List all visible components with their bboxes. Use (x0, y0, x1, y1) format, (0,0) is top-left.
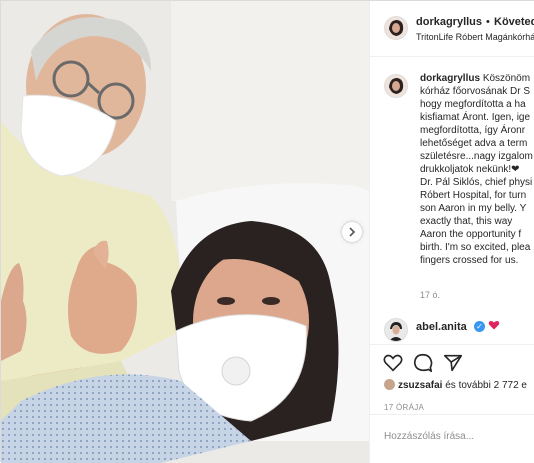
likes-count-text: és további 2 772 e (445, 380, 527, 391)
caption-line: Aaron the opportunity f (420, 229, 522, 240)
follow-status-button[interactable]: Követed (494, 16, 534, 28)
caption-line: exactly that, this way (420, 216, 513, 227)
post-photo[interactable] (1, 1, 369, 463)
caption-line: son Aaron in my belly. Y (420, 203, 527, 214)
profile-picture-icon (385, 319, 407, 341)
caption-line: Dr. Pál Siklós, chief physi (420, 177, 533, 188)
caption-username[interactable]: dorkagryllus (420, 73, 480, 84)
post-username[interactable]: dorkagryllus (416, 16, 482, 28)
post-header: dorkagryllus • Követed TritonLife Róbert… (370, 1, 534, 57)
post-age[interactable]: 17 ÓRÁJA (384, 403, 424, 412)
caption-line: drukkoljatok nekünk!❤ (420, 164, 520, 175)
heart-outline-icon[interactable] (382, 352, 404, 374)
avatar[interactable] (384, 74, 408, 98)
caption-line: lehetőséget adva a term (420, 138, 528, 149)
post-modal: dorkagryllus • Követed TritonLife Róbert… (0, 0, 534, 463)
caption-block: dorkagryllus Köszönöm kórház főorvosának… (370, 56, 534, 344)
caption-line: hogy megfordította a ha (420, 99, 526, 110)
verified-badge-icon: ✓ (474, 321, 485, 332)
profile-picture-icon (385, 17, 407, 39)
caption-line: kisfiamat Áront. Igen, ige (420, 112, 531, 123)
post-location[interactable]: TritonLife Róbert Magánkórház (416, 32, 534, 42)
liker-avatar (384, 379, 395, 390)
caption-line: születésre...nagy izgalom (420, 151, 533, 162)
avatar[interactable] (384, 318, 408, 342)
caption-line: Róbert Hospital, for turn (420, 190, 527, 201)
caption-timestamp[interactable]: 17 ó. (420, 290, 440, 300)
profile-picture-icon (385, 75, 407, 97)
caption-line: Köszönöm (482, 73, 531, 84)
post-side-panel: dorkagryllus • Követed TritonLife Róbert… (369, 1, 534, 463)
caption-line: megfordította, így Áronr (420, 125, 526, 136)
likes-summary[interactable]: zsuzsafai és további 2 772 e (384, 379, 527, 391)
comment-bubble-icon[interactable] (412, 352, 434, 374)
caption-line: birth. I'm so excited, plea (420, 242, 531, 253)
separator-dot: • (486, 16, 490, 28)
comment-row: abel.anita ✓ (370, 311, 534, 342)
first-liker[interactable]: zsuzsafai (398, 380, 442, 391)
next-photo-button[interactable] (342, 222, 362, 242)
paper-plane-icon[interactable] (442, 352, 464, 374)
caption-line: kórház főorvosának Dr S (420, 86, 531, 97)
photo-illustration (1, 1, 369, 463)
chevron-right-icon (349, 227, 356, 237)
action-bar: zsuzsafai és további 2 772 e 17 ÓRÁJA (370, 344, 534, 415)
add-comment-bar (370, 414, 534, 463)
avatar[interactable] (384, 16, 408, 40)
caption-text: dorkagryllus Köszönöm kórház főorvosának… (420, 72, 534, 267)
red-heart-icon (488, 320, 500, 330)
comment-username[interactable]: abel.anita (416, 321, 467, 333)
caption-line: fingers crossed for us. (420, 255, 519, 266)
comment-input[interactable] (382, 430, 534, 443)
